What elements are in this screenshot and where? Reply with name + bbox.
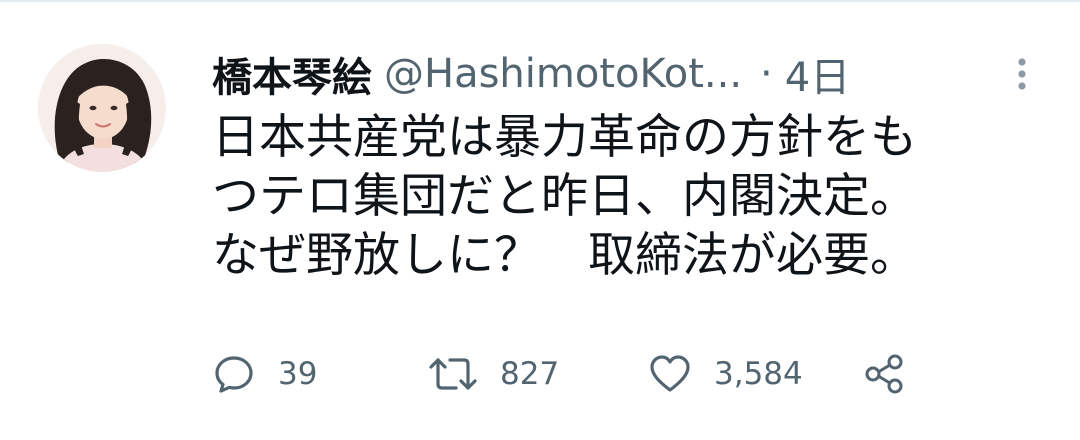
tweet-text-line: つテロ集団だと昨日、内閣決定。: [212, 169, 917, 224]
like-button[interactable]: 3,584: [648, 348, 803, 400]
reply-button[interactable]: 39: [212, 348, 317, 400]
user-avatar-icon: [38, 44, 166, 172]
reply-count: 39: [278, 356, 318, 392]
tweet[interactable]: 橋本琴絵 @HashimotoKot... · 4日 日本共産党は暴力革命の方針…: [0, 0, 1080, 440]
vertical-dots-icon: [1018, 58, 1026, 90]
like-count: 3,584: [714, 356, 803, 392]
tweet-header: 橋本琴絵 @HashimotoKot... · 4日: [212, 44, 850, 104]
retweet-button[interactable]: 827: [428, 348, 559, 400]
heart-icon: [650, 355, 690, 392]
separator-dot: ·: [760, 51, 773, 97]
timestamp[interactable]: 4日: [785, 45, 850, 103]
share-button[interactable]: [862, 348, 906, 400]
avatar[interactable]: [38, 44, 166, 172]
tweet-text-line: 日本共産党は暴力革命の方針をも: [212, 110, 917, 165]
tweet-text-line: なぜ野放しに？ 取締法が必要。: [212, 228, 917, 283]
tweet-actions: 39 827 3,584: [212, 348, 972, 400]
tweet-text: 日本共産党は暴力革命の方針をも つテロ集団だと昨日、内閣決定。 なぜ野放しに？ …: [212, 108, 1032, 285]
retweet-icon: [429, 358, 477, 390]
display-name[interactable]: 橋本琴絵: [212, 45, 372, 103]
retweet-count: 827: [500, 356, 560, 392]
more-options-button[interactable]: [1004, 52, 1040, 96]
user-handle[interactable]: @HashimotoKot...: [384, 51, 742, 97]
share-icon: [865, 354, 903, 394]
speech-bubble-icon: [215, 356, 253, 393]
